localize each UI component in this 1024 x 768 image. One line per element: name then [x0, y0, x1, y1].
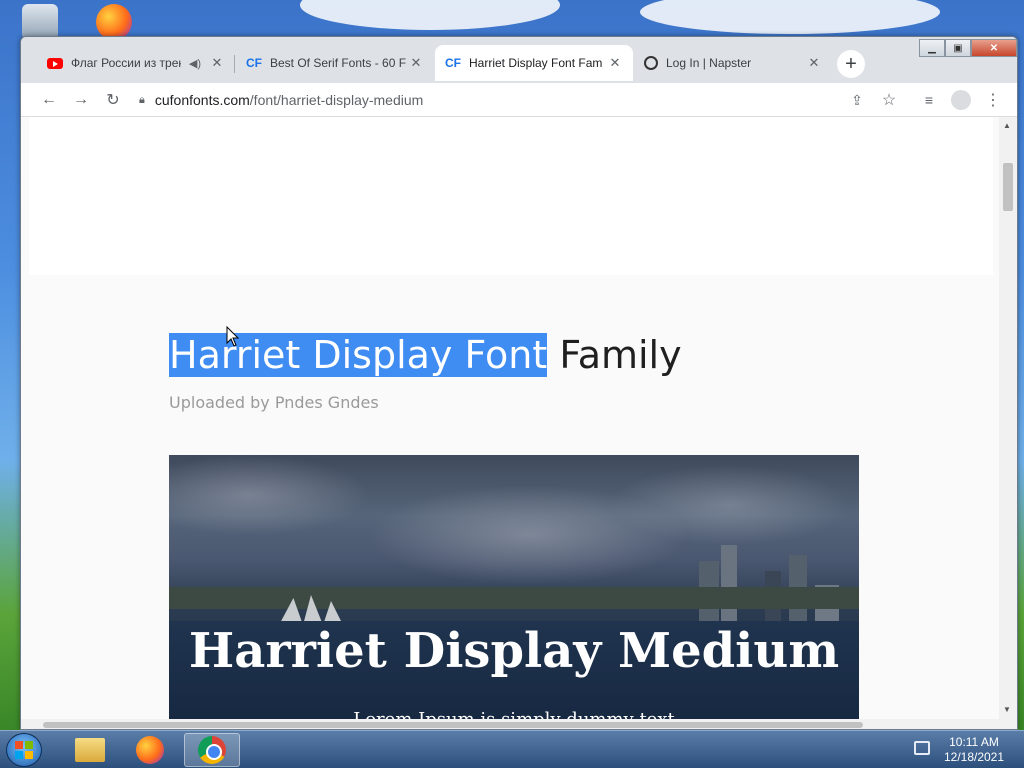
- firefox-desktop-icon[interactable]: [96, 4, 132, 40]
- windows-logo-icon: [15, 741, 33, 759]
- hero-shore: [169, 587, 859, 609]
- mouse-cursor: [226, 326, 240, 347]
- cufonfonts-icon: CF: [445, 56, 461, 70]
- menu-kebab-icon[interactable]: ⋮: [981, 88, 1005, 112]
- start-button[interactable]: [6, 733, 42, 767]
- forward-button[interactable]: →: [69, 88, 93, 112]
- lock-icon[interactable]: 🔒︎: [139, 94, 145, 107]
- minimize-button[interactable]: ▁: [919, 39, 945, 57]
- back-button[interactable]: ←: [37, 88, 61, 112]
- tab-napster[interactable]: Log In | Napster ✕: [634, 45, 832, 81]
- scroll-down-arrow[interactable]: ▼: [1003, 705, 1011, 714]
- cufonfonts-icon: CF: [246, 56, 262, 70]
- recycle-bin-icon[interactable]: [22, 4, 58, 40]
- page-viewport: Harriet Display Font Family Uploaded by …: [21, 117, 999, 729]
- taskbar-firefox[interactable]: [122, 733, 178, 767]
- profile-avatar-icon[interactable]: [949, 88, 973, 112]
- uploader-text: Uploaded by Pndes Gndes: [169, 393, 379, 412]
- close-icon[interactable]: ✕: [607, 55, 623, 71]
- desktop-cloud: [640, 0, 940, 34]
- window-controls: ▁ ▣ ✕: [919, 39, 1017, 57]
- new-tab-button[interactable]: +: [837, 50, 865, 78]
- tab-title: Log In | Napster: [666, 56, 752, 70]
- reading-list-icon[interactable]: ≡: [917, 88, 941, 112]
- desktop-cloud: [300, 0, 560, 30]
- maximize-button[interactable]: ▣: [945, 39, 971, 57]
- share-icon[interactable]: ⇪: [845, 88, 869, 112]
- tab-title: Флаг России из трек: [71, 56, 181, 70]
- browser-window: Флаг России из трек ◀) ✕ CF Best Of Seri…: [20, 36, 1018, 730]
- close-icon[interactable]: ✕: [408, 55, 424, 71]
- folder-icon: [75, 738, 105, 762]
- close-window-button[interactable]: ✕: [971, 39, 1017, 57]
- horizontal-scrollbar[interactable]: [21, 719, 999, 729]
- chrome-icon: [198, 736, 226, 764]
- tab-best-serif-fonts[interactable]: CF Best Of Serif Fonts - 60 F ✕: [236, 45, 434, 81]
- close-icon[interactable]: ✕: [806, 55, 822, 71]
- napster-icon: [644, 56, 658, 70]
- tab-harriet-display[interactable]: CF Harriet Display Font Fam ✕: [435, 45, 633, 81]
- clock-date: 12/18/2021: [943, 750, 1005, 764]
- taskbar-explorer[interactable]: [62, 733, 118, 767]
- bookmark-star-icon[interactable]: ☆: [877, 88, 901, 112]
- clock-time: 10:11 AM: [949, 735, 999, 749]
- scroll-thumb[interactable]: [1003, 163, 1013, 211]
- browser-toolbar: ← → ↻ 🔒︎ cufonfonts.com/font/harriet-dis…: [21, 83, 1017, 117]
- tab-separator: [234, 55, 235, 73]
- ad-space: [29, 117, 993, 275]
- tab-title: Best Of Serif Fonts - 60 F: [270, 56, 407, 70]
- scroll-up-arrow[interactable]: ▲: [1003, 121, 1011, 130]
- taskbar-chrome[interactable]: [184, 733, 240, 767]
- address-text[interactable]: cufonfonts.com/font/harriet-display-medi…: [155, 92, 423, 108]
- tab-youtube[interactable]: Флаг России из трек ◀) ✕: [37, 45, 235, 81]
- reload-button[interactable]: ↻: [101, 88, 125, 112]
- speaker-icon[interactable]: ◀): [189, 57, 201, 70]
- scroll-thumb[interactable]: [43, 722, 863, 728]
- system-clock[interactable]: 10:11 AM 12/18/2021: [938, 735, 1010, 765]
- page-title-rest: Family: [547, 333, 682, 377]
- hero-title: Harriet Display Medium: [188, 623, 840, 679]
- tab-strip: Флаг России из трек ◀) ✕ CF Best Of Seri…: [21, 37, 1017, 83]
- taskbar: 10:11 AM 12/18/2021: [0, 730, 1024, 768]
- font-preview-image: Harriet Display Medium Lorem Ipsum is si…: [169, 455, 859, 729]
- youtube-icon: [47, 55, 63, 71]
- network-icon[interactable]: [914, 741, 930, 755]
- close-icon[interactable]: ✕: [209, 55, 225, 71]
- tab-title: Harriet Display Font Fam: [469, 56, 603, 70]
- hero-sky: [169, 455, 859, 585]
- firefox-icon: [136, 736, 164, 764]
- page-title: Harriet Display Font Family: [169, 333, 682, 377]
- vertical-scrollbar[interactable]: ▲ ▼: [999, 117, 1017, 729]
